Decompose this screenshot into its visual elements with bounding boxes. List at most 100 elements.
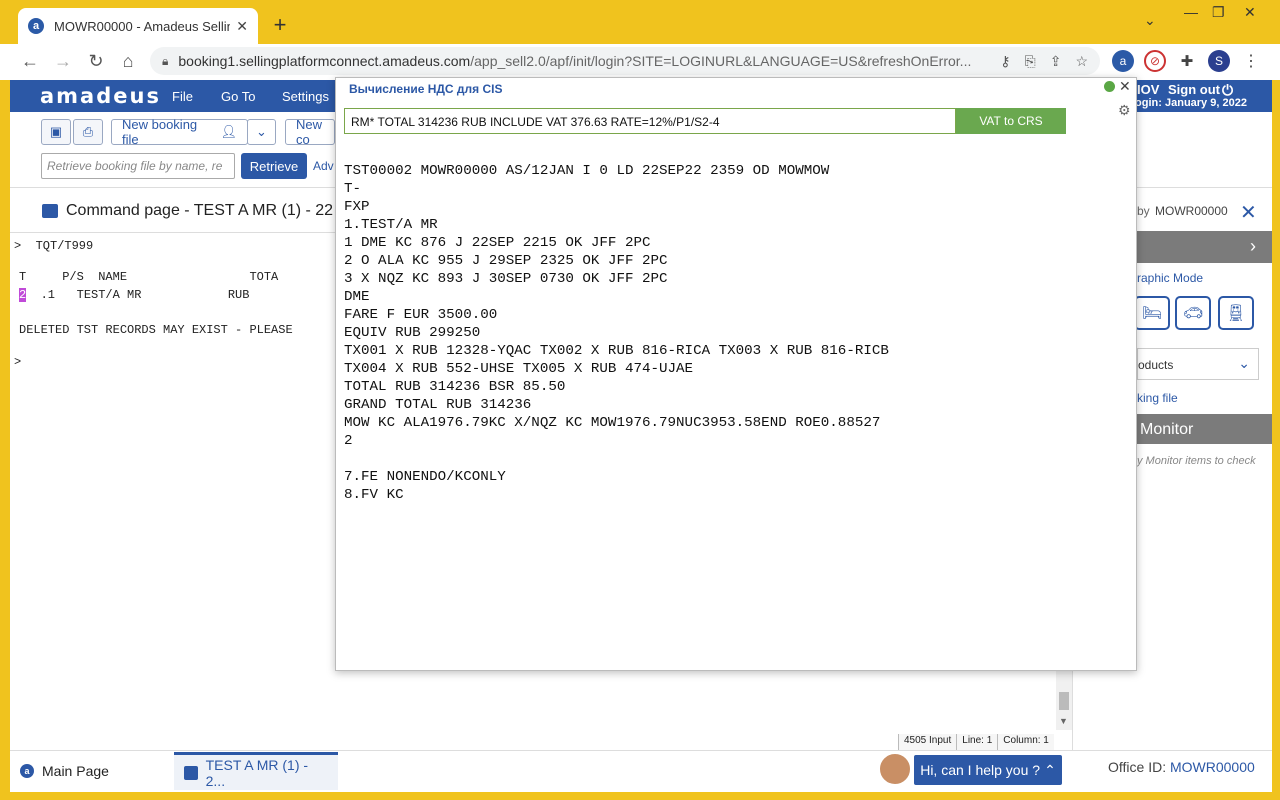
address-bar[interactable]: 🔒︎ booking1.sellingplatformconnect.amade… — [150, 47, 1100, 75]
amadeus-icon: a — [20, 764, 34, 778]
command-page-title-text: Command page - TEST A MR (1) - 22 — [66, 202, 334, 219]
vat-to-crs-button[interactable]: VAT to CRS — [956, 108, 1066, 134]
graphic-mode-link[interactable]: raphic Mode — [1137, 271, 1203, 285]
assistant-avatar[interactable] — [878, 752, 912, 786]
print-icon[interactable]: ⎙ — [73, 119, 103, 145]
maximize-button[interactable]: ❐ — [1212, 4, 1225, 21]
vat-text-line: TX001 X RUB 12328-YQAC TX002 X RUB 816-R… — [344, 343, 889, 359]
command-page-title: Command page - TEST A MR (1) - 22 — [42, 202, 333, 220]
vat-popup-title: Вычисление НДС для CIS — [349, 82, 503, 96]
office-id: Office ID: MOWR00000 — [1108, 759, 1255, 775]
advanced-search-link[interactable]: Adv — [313, 159, 334, 173]
lock-status-icon — [1104, 81, 1115, 92]
status-line: Line: 1 — [956, 734, 998, 750]
gear-icon[interactable]: ⚙ — [1118, 102, 1131, 119]
vat-text-line: MOW KC ALA1976.79KC X/NQZ KC MOW1976.79N… — [344, 415, 881, 431]
save-icon[interactable]: ▣ — [41, 119, 71, 145]
vat-popup-text: TST00002 MOWR00000 AS/12JAN I 0 LD 22SEP… — [344, 162, 889, 504]
amadeus-logo: amadeus — [40, 84, 161, 108]
terminal-line-3: DELETED TST RECORDS MAY EXIST - PLEASE — [19, 323, 293, 337]
vat-text-line: 7.FE NONENDO/KCONLY — [344, 469, 506, 485]
vat-text-line: TOTAL RUB 314236 BSR 85.50 — [344, 379, 566, 395]
command-page-tab[interactable]: TEST A MR (1) - 2... — [174, 752, 338, 790]
bookmark-star-icon[interactable]: ☆ — [1075, 53, 1088, 70]
amadeus-favicon-icon: a — [28, 18, 44, 34]
terminal-row-text: .1 TEST/A MR RUB — [26, 288, 250, 302]
retrieve-button[interactable]: Retrieve — [241, 153, 307, 179]
share-icon[interactable]: ⇪ — [1050, 53, 1062, 70]
monitor-header: Monitor — [1137, 414, 1272, 444]
new-booking-dropdown-button[interactable]: ⌄ — [247, 119, 276, 145]
help-chat-button[interactable]: Hi, can I help you ? ⌃ — [914, 755, 1062, 785]
new-co-button[interactable]: New co — [285, 119, 335, 145]
close-window-button[interactable]: ✕ — [1244, 4, 1256, 21]
hotel-icon[interactable]: 🛏︎ — [1134, 296, 1170, 330]
monitor-hint: y Monitor items to check — [1137, 455, 1256, 467]
vat-popup-close-icon[interactable]: ✕ — [1119, 78, 1131, 95]
sign-out-link[interactable]: Sign out — [1168, 82, 1220, 97]
tab-close-icon[interactable]: ✕ — [236, 18, 248, 35]
translate-icon[interactable]: ⎘ — [1025, 53, 1036, 70]
retrieve-search-input[interactable]: Retrieve booking file by name, re — [41, 153, 235, 179]
scrollbar-thumb[interactable] — [1059, 692, 1069, 710]
panel-office-id: MOWR00000 — [1155, 204, 1228, 218]
menu-goto[interactable]: Go To — [221, 89, 255, 104]
status-column: Column: 1 — [997, 734, 1054, 750]
back-button[interactable]: ← — [18, 50, 42, 74]
office-id-value[interactable]: MOWR00000 — [1170, 759, 1255, 775]
help-label: Hi, can I help you ? — [920, 762, 1041, 778]
terminal-line-1: > TQT/T999 — [14, 239, 94, 253]
products-dropdown[interactable]: oducts ⌄ — [1137, 348, 1259, 380]
minimize-button[interactable]: — — [1184, 4, 1198, 20]
command-page-icon — [184, 765, 198, 780]
menu-settings[interactable]: Settings — [282, 89, 329, 104]
vat-text-line: 1 DME KC 876 J 22SEP 2215 OK JFF 2PC — [344, 235, 651, 251]
terminal-row: 2 .1 TEST/A MR RUB — [19, 288, 249, 302]
browser-menu-icon[interactable]: ⋮ — [1240, 50, 1262, 72]
url-text: booking1.sellingplatformconnect.amadeus.… — [178, 53, 972, 69]
forward-button[interactable]: → — [51, 50, 75, 74]
panel-section-header[interactable]: › — [1137, 231, 1272, 263]
vat-text-line: T- — [344, 181, 362, 197]
login-date: login: January 9, 2022 — [1132, 97, 1247, 109]
user-office-fragment: IOV — [1137, 82, 1160, 97]
tab-search-icon[interactable]: ⌄ — [1144, 12, 1156, 29]
key-icon[interactable]: ⚷ — [1000, 53, 1010, 70]
person-icon: 👤︎ — [220, 124, 237, 139]
new-booking-file-button[interactable]: New booking file 👤︎ — [111, 117, 248, 147]
command-page-icon — [42, 204, 58, 218]
terminal-prompt[interactable]: > — [14, 355, 21, 369]
vat-text-line: FXP — [344, 199, 370, 215]
terminal-line-2: T P/S NAME TOTA — [19, 270, 279, 284]
vat-text-line: EQUIV RUB 299250 — [344, 325, 481, 341]
vat-text-line: GRAND TOTAL RUB 314236 — [344, 397, 532, 413]
scroll-down-icon[interactable]: ▼ — [1059, 716, 1068, 726]
vat-remark-input[interactable]: RM* TOTAL 314236 RUB INCLUDE VAT 376.63 … — [344, 108, 956, 134]
status-input: 4505 Input — [898, 734, 957, 750]
menu-file[interactable]: File — [172, 89, 193, 104]
home-button[interactable]: ⌂ — [116, 50, 140, 74]
new-tab-button[interactable]: + — [268, 14, 292, 38]
booking-file-link[interactable]: king file — [1137, 391, 1178, 405]
new-booking-file-label: New booking file — [122, 117, 198, 147]
extensions-puzzle-icon[interactable]: ✚ — [1176, 50, 1198, 72]
vat-text-line: 1.TEST/A MR — [344, 217, 438, 233]
vat-text-line: DME — [344, 289, 370, 305]
vat-text-line: 2 O ALA KC 955 J 29SEP 2325 OK JFF 2PC — [344, 253, 668, 269]
vat-text-line: 8.FV KC — [344, 487, 404, 503]
blocker-extension-icon[interactable]: ⊘ — [1144, 50, 1166, 72]
train-icon[interactable]: 🚆︎ — [1218, 296, 1254, 330]
vat-text-line: 2 — [344, 433, 353, 449]
tab-title: MOWR00000 - Amadeus Selling — [54, 18, 231, 34]
vat-text-line: FARE F EUR 3500.00 — [344, 307, 498, 323]
chevron-down-icon: ⌄ — [1238, 355, 1250, 371]
browser-tab[interactable]: a MOWR00000 - Amadeus Selling ✕ — [18, 8, 258, 44]
main-page-label: Main Page — [42, 763, 109, 779]
main-page-tab[interactable]: a Main Page — [10, 752, 170, 790]
reload-button[interactable]: ↻ — [84, 50, 108, 74]
amadeus-extension-icon[interactable]: a — [1112, 50, 1134, 72]
chevron-up-icon: ⌃ — [1044, 761, 1056, 778]
profile-avatar[interactable]: S — [1208, 50, 1230, 72]
car-icon[interactable]: 🚗︎ — [1175, 296, 1211, 330]
panel-close-icon[interactable]: ✕ — [1240, 200, 1257, 225]
